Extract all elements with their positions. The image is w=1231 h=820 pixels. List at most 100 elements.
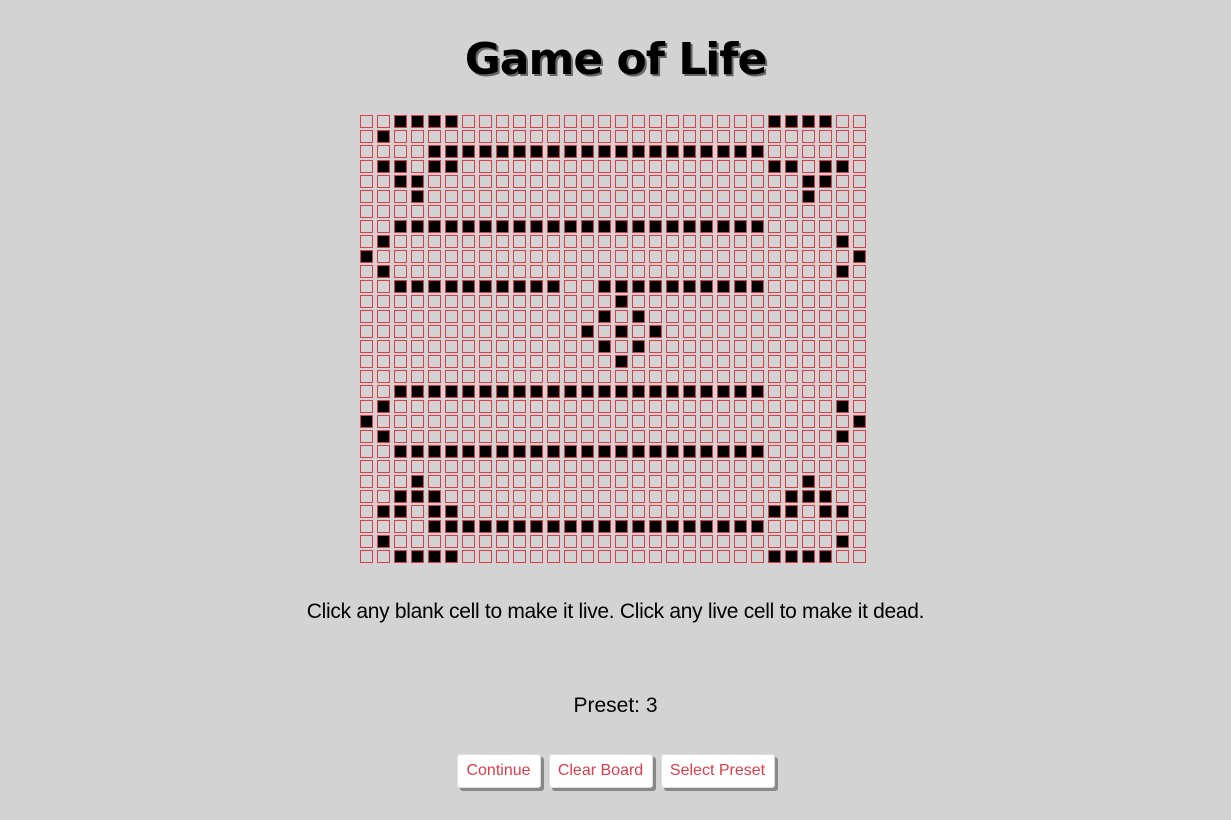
live-cell[interactable] <box>581 385 594 398</box>
dead-cell[interactable] <box>700 160 713 173</box>
dead-cell[interactable] <box>683 130 696 143</box>
dead-cell[interactable] <box>564 490 577 503</box>
dead-cell[interactable] <box>394 430 407 443</box>
dead-cell[interactable] <box>496 505 509 518</box>
live-cell[interactable] <box>428 520 441 533</box>
dead-cell[interactable] <box>564 550 577 563</box>
live-cell[interactable] <box>513 220 526 233</box>
dead-cell[interactable] <box>853 490 866 503</box>
dead-cell[interactable] <box>547 295 560 308</box>
dead-cell[interactable] <box>717 295 730 308</box>
dead-cell[interactable] <box>360 160 373 173</box>
dead-cell[interactable] <box>377 355 390 368</box>
live-cell[interactable] <box>445 445 458 458</box>
dead-cell[interactable] <box>751 370 764 383</box>
live-cell[interactable] <box>683 445 696 458</box>
live-cell[interactable] <box>479 520 492 533</box>
dead-cell[interactable] <box>751 490 764 503</box>
dead-cell[interactable] <box>547 115 560 128</box>
dead-cell[interactable] <box>632 415 645 428</box>
dead-cell[interactable] <box>598 400 611 413</box>
dead-cell[interactable] <box>819 310 832 323</box>
dead-cell[interactable] <box>360 505 373 518</box>
dead-cell[interactable] <box>530 250 543 263</box>
dead-cell[interactable] <box>530 265 543 278</box>
dead-cell[interactable] <box>819 370 832 383</box>
dead-cell[interactable] <box>666 430 679 443</box>
live-cell[interactable] <box>666 280 679 293</box>
dead-cell[interactable] <box>411 400 424 413</box>
dead-cell[interactable] <box>360 280 373 293</box>
dead-cell[interactable] <box>768 445 781 458</box>
live-cell[interactable] <box>819 550 832 563</box>
dead-cell[interactable] <box>751 175 764 188</box>
live-cell[interactable] <box>445 280 458 293</box>
live-cell[interactable] <box>615 520 628 533</box>
dead-cell[interactable] <box>462 475 475 488</box>
dead-cell[interactable] <box>649 550 662 563</box>
live-cell[interactable] <box>598 220 611 233</box>
dead-cell[interactable] <box>615 535 628 548</box>
dead-cell[interactable] <box>666 490 679 503</box>
dead-cell[interactable] <box>683 505 696 518</box>
dead-cell[interactable] <box>819 460 832 473</box>
dead-cell[interactable] <box>836 415 849 428</box>
dead-cell[interactable] <box>496 340 509 353</box>
dead-cell[interactable] <box>734 400 747 413</box>
live-cell[interactable] <box>819 115 832 128</box>
dead-cell[interactable] <box>394 370 407 383</box>
dead-cell[interactable] <box>632 475 645 488</box>
dead-cell[interactable] <box>360 355 373 368</box>
live-cell[interactable] <box>717 385 730 398</box>
live-cell[interactable] <box>768 550 781 563</box>
live-cell[interactable] <box>632 520 645 533</box>
dead-cell[interactable] <box>445 295 458 308</box>
dead-cell[interactable] <box>462 310 475 323</box>
dead-cell[interactable] <box>649 430 662 443</box>
dead-cell[interactable] <box>581 400 594 413</box>
dead-cell[interactable] <box>547 205 560 218</box>
dead-cell[interactable] <box>615 115 628 128</box>
dead-cell[interactable] <box>360 265 373 278</box>
dead-cell[interactable] <box>751 190 764 203</box>
dead-cell[interactable] <box>768 325 781 338</box>
dead-cell[interactable] <box>836 445 849 458</box>
dead-cell[interactable] <box>666 295 679 308</box>
live-cell[interactable] <box>666 520 679 533</box>
dead-cell[interactable] <box>496 460 509 473</box>
live-cell[interactable] <box>394 160 407 173</box>
dead-cell[interactable] <box>802 535 815 548</box>
live-cell[interactable] <box>411 175 424 188</box>
dead-cell[interactable] <box>836 340 849 353</box>
dead-cell[interactable] <box>377 475 390 488</box>
dead-cell[interactable] <box>615 460 628 473</box>
dead-cell[interactable] <box>666 160 679 173</box>
dead-cell[interactable] <box>853 385 866 398</box>
live-cell[interactable] <box>530 145 543 158</box>
live-cell[interactable] <box>581 520 594 533</box>
dead-cell[interactable] <box>632 490 645 503</box>
dead-cell[interactable] <box>649 370 662 383</box>
live-cell[interactable] <box>666 220 679 233</box>
live-cell[interactable] <box>581 220 594 233</box>
dead-cell[interactable] <box>428 295 441 308</box>
dead-cell[interactable] <box>445 310 458 323</box>
dead-cell[interactable] <box>666 175 679 188</box>
dead-cell[interactable] <box>462 190 475 203</box>
dead-cell[interactable] <box>598 430 611 443</box>
dead-cell[interactable] <box>530 190 543 203</box>
dead-cell[interactable] <box>445 535 458 548</box>
live-cell[interactable] <box>802 175 815 188</box>
dead-cell[interactable] <box>819 250 832 263</box>
dead-cell[interactable] <box>360 460 373 473</box>
dead-cell[interactable] <box>581 370 594 383</box>
dead-cell[interactable] <box>411 535 424 548</box>
dead-cell[interactable] <box>445 475 458 488</box>
dead-cell[interactable] <box>496 415 509 428</box>
dead-cell[interactable] <box>445 190 458 203</box>
dead-cell[interactable] <box>462 430 475 443</box>
live-cell[interactable] <box>717 280 730 293</box>
dead-cell[interactable] <box>632 400 645 413</box>
live-cell[interactable] <box>564 385 577 398</box>
dead-cell[interactable] <box>411 250 424 263</box>
